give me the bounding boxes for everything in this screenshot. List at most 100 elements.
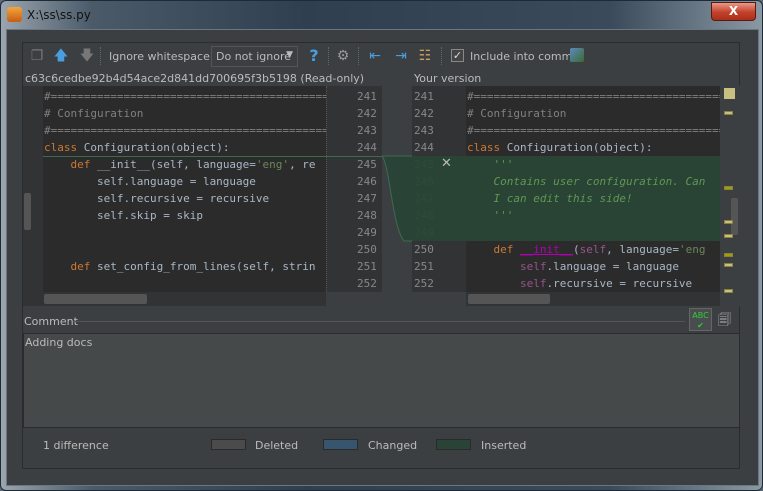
code-token: 'eng': [255, 158, 290, 171]
stripe-mark[interactable]: [724, 263, 733, 267]
code-line: #=======================================…: [44, 122, 326, 139]
comment-textarea[interactable]: Adding docs: [23, 333, 740, 428]
next-difference-icon[interactable]: 🡇: [79, 48, 95, 64]
error-stripe: [720, 86, 740, 306]
line-number: 243: [414, 124, 434, 137]
stripe-mark[interactable]: [724, 234, 733, 238]
code-line: # Configuration: [467, 105, 566, 122]
code-line: class Configuration(object):: [467, 139, 652, 156]
code-token: # Configuration: [44, 107, 144, 120]
compare-icon[interactable]: ☷: [417, 48, 433, 64]
code-token: 'eng: [678, 243, 706, 256]
line-number: 248: [357, 209, 377, 222]
ignore-whitespace-dropdown[interactable]: Do not ignore ▼: [211, 46, 298, 67]
left-horizontal-scrollbar[interactable]: [44, 294, 147, 304]
window-title: X:\ss\ss.py: [27, 8, 91, 22]
code-token: self: [579, 243, 607, 256]
stripe-mark[interactable]: [724, 111, 733, 115]
line-number: 247: [357, 192, 377, 205]
help-icon[interactable]: ?: [306, 48, 322, 64]
code-token: .language = language: [546, 260, 679, 273]
ignore-whitespace-label: Ignore whitespace:: [109, 50, 214, 63]
line-number: 242: [414, 107, 434, 120]
code-token: .recursive = recursive: [546, 277, 693, 290]
revert-change-icon[interactable]: ✕: [441, 156, 452, 171]
code-line: ''': [467, 156, 513, 173]
left-line-numbers: 241 242 243 244 245 246 247 248 249 250 251 252: [326, 86, 385, 292]
right-horizontal-scrollbar[interactable]: [468, 294, 550, 304]
previous-difference-icon[interactable]: 🡅: [53, 48, 69, 64]
stripe-mark[interactable]: [724, 253, 733, 257]
code-token: Contains user configuration. Can: [467, 175, 706, 188]
left-horizontal-scrollbar-track: [43, 292, 326, 306]
code-line: Contains user configuration. Can: [467, 173, 705, 190]
apply-left-icon[interactable]: ⇤: [367, 48, 383, 64]
code-token: def: [467, 243, 520, 256]
legend-changed-swatch: [323, 439, 358, 450]
line-number: 251: [414, 260, 434, 273]
left-vertical-scrollbar[interactable]: [24, 193, 31, 230]
code-token: #=======================================…: [467, 124, 720, 137]
chevron-down-icon: ▼: [286, 50, 293, 60]
code-line: #=======================================…: [44, 88, 326, 105]
code-token: , re: [289, 158, 316, 171]
stripe-mark[interactable]: [724, 186, 733, 190]
right-version-header: Your version: [414, 72, 482, 85]
copy-icon[interactable]: ❐: [29, 48, 45, 64]
code-token: #=======================================…: [44, 124, 326, 137]
line-number: 244: [357, 141, 377, 154]
comment-separator: [73, 321, 685, 322]
spellcheck-icon[interactable]: ABC ✔: [689, 308, 712, 331]
code-line: class Configuration(object):: [44, 139, 229, 156]
legend-deleted-swatch: [211, 439, 246, 450]
code-token: , language=: [606, 243, 679, 256]
code-token: def: [44, 158, 97, 171]
code-line: def __init__(self, language='eng', re: [44, 156, 316, 173]
settings-gear-icon[interactable]: ⚙: [335, 48, 351, 64]
stripe-mark[interactable]: [724, 289, 733, 293]
close-button[interactable]: X: [711, 2, 756, 21]
line-number: 241: [414, 90, 434, 103]
left-code-area[interactable]: #=======================================…: [43, 86, 326, 292]
right-vertical-scrollbar[interactable]: [731, 198, 738, 235]
code-line: self.recursive = recursive: [467, 275, 692, 292]
line-number: 242: [357, 107, 377, 120]
code-line: self.language = language: [467, 258, 679, 275]
inspection-status-icon[interactable]: [724, 88, 735, 99]
code-line: def set_config_from_lines(self, strin: [44, 258, 316, 275]
right-code-text[interactable]: #=======================================…: [466, 86, 720, 292]
line-number: 250: [414, 243, 434, 256]
code-line: #=======================================…: [467, 122, 720, 139]
code-token: __init__: [519, 243, 573, 256]
code-token: self: [519, 277, 547, 290]
line-number: 251: [357, 260, 377, 273]
code-token: I can edit this side!: [467, 192, 633, 205]
open-external-icon[interactable]: [570, 48, 584, 62]
code-token: ''': [467, 209, 514, 222]
include-into-commit-label: Include into commit: [470, 50, 580, 63]
commit-message-history-icon[interactable]: 🗐: [718, 311, 735, 328]
code-token: set_config_from_lines(self, strin: [96, 260, 316, 273]
diff-connector: [382, 86, 414, 306]
include-into-commit-checkbox[interactable]: ✓: [451, 49, 464, 62]
line-number: 252: [357, 277, 377, 290]
code-line: self.language = language: [44, 173, 256, 190]
code-token: self.skip = skip: [44, 209, 203, 222]
legend-inserted-label: Inserted: [481, 439, 527, 452]
apply-right-icon[interactable]: ⇥: [393, 48, 409, 64]
line-number: 252: [414, 277, 434, 290]
stripe-mark[interactable]: [724, 220, 733, 224]
dropdown-value: Do not ignore: [216, 50, 291, 63]
code-token: ''': [467, 158, 514, 171]
code-token: #=======================================…: [44, 90, 326, 103]
code-line: def __init__(self, language='eng: [467, 241, 705, 258]
line-number: 246: [357, 175, 377, 188]
code-line: self.recursive = recursive: [44, 190, 269, 207]
code-token: class: [467, 141, 507, 154]
code-token: # Configuration: [467, 107, 567, 120]
code-token: self.recursive = recursive: [44, 192, 270, 205]
line-number: 245: [357, 158, 377, 171]
legend-changed-label: Changed: [368, 439, 418, 452]
